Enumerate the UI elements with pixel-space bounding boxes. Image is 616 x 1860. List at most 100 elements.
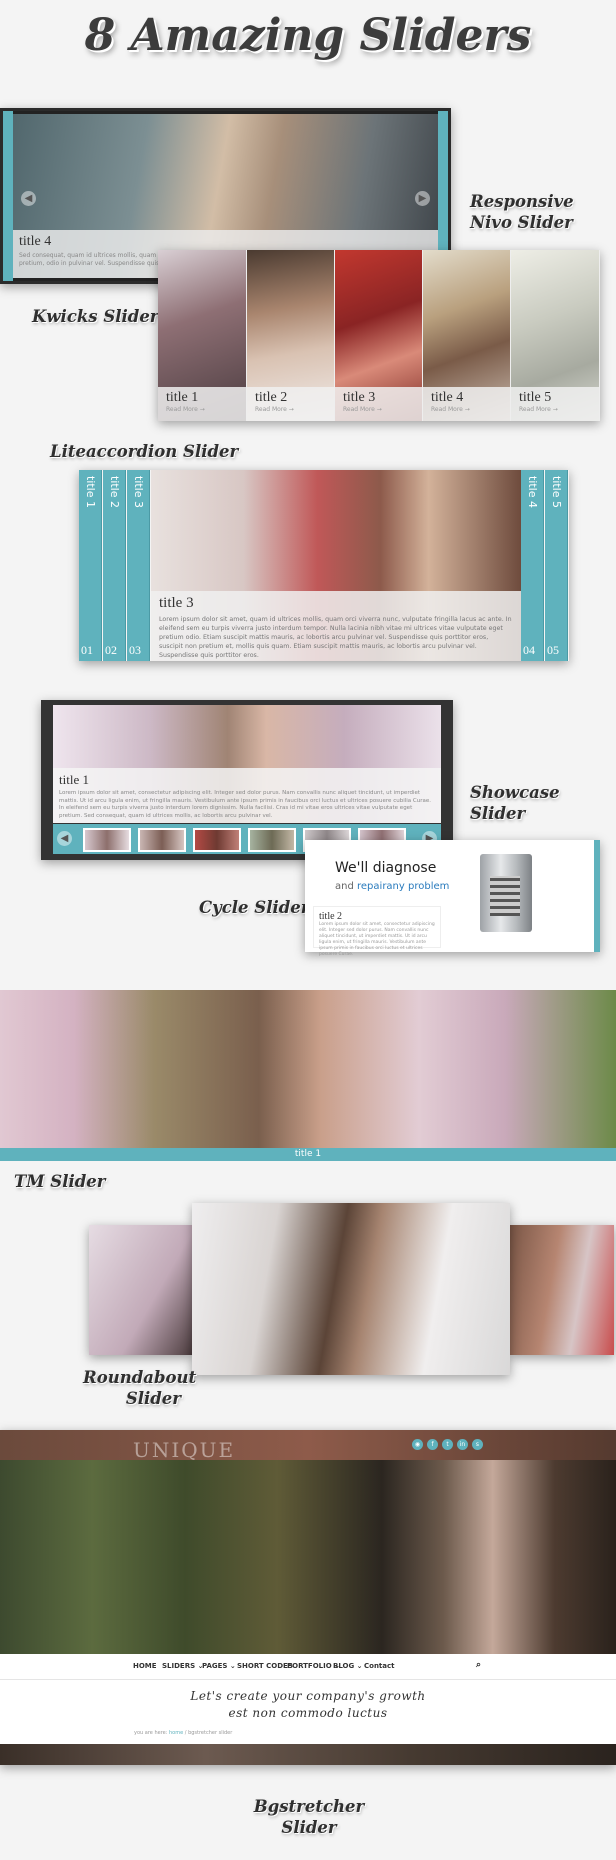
tagline: Let's create your company's growth est n… xyxy=(0,1688,616,1722)
showcase-thumbnail[interactable] xyxy=(248,828,296,852)
bgstretcher-background-image xyxy=(0,1430,616,1654)
accordion-spine-title: title 5 xyxy=(550,476,563,509)
breadcrumb: you are here: home / bgstretcher slider xyxy=(134,1730,233,1736)
breadcrumb-current: bgstretcher slider xyxy=(188,1730,233,1736)
label-nivo: Responsive Nivo Slider xyxy=(470,191,574,233)
kwicks-read-more-link[interactable]: Read More → xyxy=(431,406,502,413)
breadcrumb-prefix: you are here: xyxy=(134,1730,168,1736)
kwicks-title: title 1 xyxy=(166,390,199,405)
accordion-spine[interactable]: title 5 05 xyxy=(545,470,568,661)
page-title: 8 Amazing Sliders xyxy=(84,10,532,61)
nav-item-pages[interactable]: PAGES ⌄ xyxy=(202,1662,236,1670)
nav-item-sliders[interactable]: SLIDERS ⌄ xyxy=(162,1662,203,1670)
kwicks-panel[interactable]: title 5 Read More → xyxy=(511,250,600,421)
kwicks-panel[interactable]: title 3 Read More → xyxy=(335,250,423,421)
liteaccordion-slider: title 1 01 title 2 02 title 3 03 title 3… xyxy=(79,470,569,661)
label-cycle: Cycle Slider xyxy=(199,898,310,917)
accordion-spine[interactable]: title 2 02 xyxy=(103,470,126,661)
showcase-caption: title 1 Lorem ipsum dolor sit amet, cons… xyxy=(53,768,441,823)
label-bgstretcher: Bgstretcher Slider xyxy=(200,1796,418,1838)
showcase-thumbnail[interactable] xyxy=(193,828,241,852)
nivo-left-border xyxy=(3,111,13,281)
nav-item-contact[interactable]: Contact xyxy=(364,1662,395,1670)
accordion-spine-title: title 4 xyxy=(526,476,539,509)
roundabout-right-slide[interactable] xyxy=(510,1225,614,1355)
kwicks-title: title 5 xyxy=(519,390,552,405)
twitter-icon[interactable]: t xyxy=(442,1439,453,1450)
showcase-slider: title 1 Lorem ipsum dolor sit amet, cons… xyxy=(41,700,453,860)
cycle-caption-title: title 2 xyxy=(319,911,343,922)
label-bgstretcher-line1: Bgstretcher xyxy=(253,1797,365,1816)
label-tm: TM Slider xyxy=(14,1172,106,1191)
kwicks-title: title 3 xyxy=(343,390,376,405)
linkedin-icon[interactable]: in xyxy=(457,1439,468,1450)
label-roundabout-line1: Roundabout xyxy=(83,1368,197,1387)
showcase-caption-text: Lorem ipsum dolor sit amet, consectetur … xyxy=(59,790,431,819)
accordion-spine[interactable]: title 4 04 xyxy=(521,470,544,661)
accordion-spine[interactable]: title 1 01 xyxy=(79,470,102,661)
kwicks-read-more-link[interactable]: Read More → xyxy=(166,406,238,413)
kwicks-read-more-link[interactable]: Read More → xyxy=(255,406,326,413)
tm-caption-bar: title 1 xyxy=(0,1148,616,1161)
breadcrumb-home-link[interactable]: home xyxy=(169,1730,183,1736)
skype-icon[interactable]: s xyxy=(472,1439,483,1450)
bgstretcher-footer-image xyxy=(0,1744,616,1765)
kwicks-panel[interactable]: title 4 Read More → xyxy=(423,250,511,421)
showcase-thumbnail[interactable] xyxy=(83,828,131,852)
facebook-icon[interactable]: f xyxy=(427,1439,438,1450)
cycle-heading: We'll diagnose xyxy=(335,860,437,876)
nivo-prev-arrow-icon[interactable]: ◀ xyxy=(21,191,36,206)
nav-item-home[interactable]: HOME xyxy=(133,1662,157,1670)
kwicks-panel[interactable]: title 2 Read More → xyxy=(247,250,335,421)
accordion-caption: title 3 Lorem ipsum dolor sit amet, quam… xyxy=(151,591,521,661)
label-nivo-line2: Nivo Slider xyxy=(470,213,573,232)
nav-item-blog[interactable]: BLOG ⌄ xyxy=(333,1662,363,1670)
roundabout-left-slide[interactable] xyxy=(89,1225,192,1355)
label-roundabout-line2: Slider xyxy=(125,1389,181,1408)
kwicks-caption: title 4 Read More → xyxy=(423,387,510,421)
showcase-thumbnail[interactable] xyxy=(138,828,186,852)
cycle-subheading: and repairany problem xyxy=(335,881,449,892)
search-icon[interactable]: ⌕ xyxy=(476,1660,481,1670)
cycle-slider: We'll diagnose and repairany problem tit… xyxy=(305,840,600,957)
kwicks-caption: title 2 Read More → xyxy=(247,387,334,421)
nivo-next-arrow-icon[interactable]: ▶ xyxy=(415,191,430,206)
kwicks-panel[interactable]: title 1 Read More → xyxy=(158,250,247,421)
accordion-spine-number: 01 xyxy=(81,643,93,657)
cycle-caption-text: Lorem ipsum dolor sit amet, consectetur … xyxy=(319,922,435,957)
accordion-spine-number: 03 xyxy=(129,643,141,657)
label-showcase: Showcase Slider xyxy=(470,783,560,823)
label-bgstretcher-line2: Slider xyxy=(281,1818,337,1837)
nivo-caption-title: title 4 xyxy=(19,234,52,249)
kwicks-caption: title 1 Read More → xyxy=(158,387,246,421)
kwicks-title: title 2 xyxy=(255,390,288,405)
kwicks-read-more-link[interactable]: Read More → xyxy=(343,406,414,413)
accordion-spine-number: 05 xyxy=(547,643,559,657)
label-nivo-line1: Responsive xyxy=(470,192,574,211)
tm-slider-image xyxy=(0,990,616,1152)
showcase-prev-arrow-icon[interactable]: ◀ xyxy=(57,831,72,846)
kwicks-caption: title 3 Read More → xyxy=(335,387,422,421)
accordion-spine[interactable]: title 3 03 xyxy=(127,470,150,661)
accordion-spine-title: title 1 xyxy=(84,476,97,509)
label-roundabout: Roundabout Slider xyxy=(83,1367,197,1409)
kwicks-slider: title 1 Read More → title 2 Read More → … xyxy=(158,250,600,421)
tagline-line1: Let's create your company's growth xyxy=(190,1689,426,1703)
nav-item-short-codes[interactable]: SHORT CODES xyxy=(237,1662,293,1670)
showcase-caption-title: title 1 xyxy=(59,772,89,787)
cycle-subheading-prefix: and xyxy=(335,881,354,892)
label-kwicks: Kwicks Slider xyxy=(32,307,159,326)
computer-case-image xyxy=(480,854,532,932)
site-logo[interactable]: UNIQUE xyxy=(133,1438,235,1462)
bgstretcher-slider: UNIQUE ◉ f t in s HOME SLIDERS ⌄ PAGES ⌄… xyxy=(0,1430,616,1765)
main-navigation: HOME SLIDERS ⌄ PAGES ⌄ SHORT CODES PORTF… xyxy=(0,1654,616,1680)
kwicks-caption: title 5 Read More → xyxy=(511,387,599,421)
roundabout-center-slide[interactable] xyxy=(192,1203,510,1375)
cycle-caption: title 2 Lorem ipsum dolor sit amet, cons… xyxy=(313,906,441,957)
rss-icon[interactable]: ◉ xyxy=(412,1439,423,1450)
kwicks-read-more-link[interactable]: Read More → xyxy=(519,406,591,413)
accordion-caption-title: title 3 xyxy=(159,595,194,611)
accordion-spine-number: 02 xyxy=(105,643,117,657)
accordion-spine-title: title 2 xyxy=(108,476,121,509)
cycle-subheading-highlight: repairany problem xyxy=(357,881,450,892)
